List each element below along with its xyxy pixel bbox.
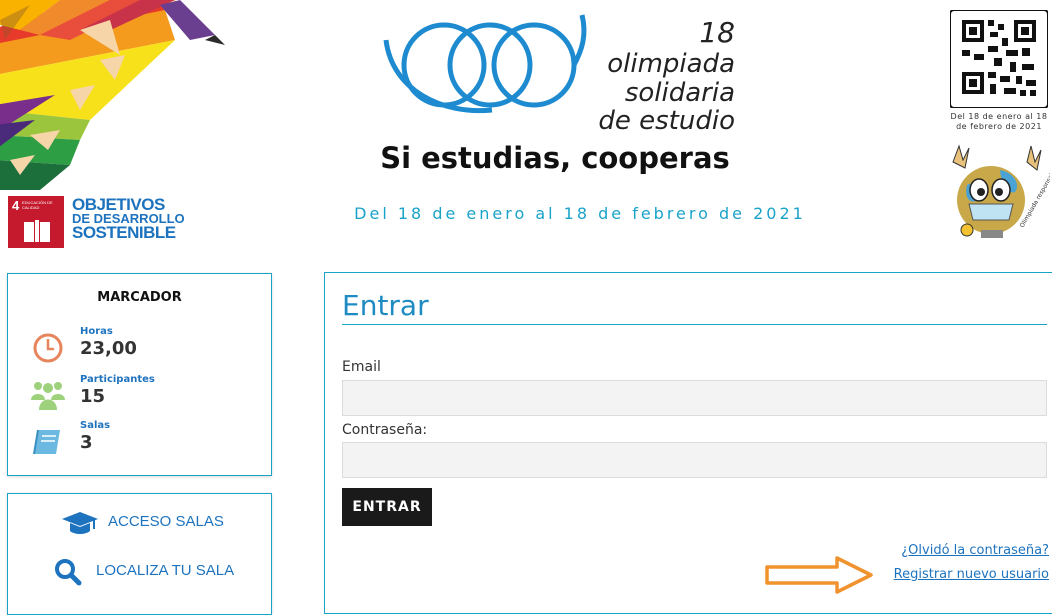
people-icon — [31, 382, 65, 410]
localiza-sala-label: LOCALIZA TU SALA — [96, 562, 235, 579]
graduation-cap-icon — [62, 512, 98, 534]
event-number: 18 — [699, 16, 735, 49]
event-line-3: de estudio — [598, 106, 735, 136]
login-panel: Entrar Email Contraseña: ENTRAR ¿Olvidó … — [324, 272, 1052, 614]
localiza-sala-link[interactable]: LOCALIZA TU SALA — [54, 558, 254, 586]
event-line-2: solidaria — [624, 78, 735, 108]
stat-value-participantes: 15 — [80, 386, 106, 407]
event-logo-text: 18 olimpiada solidaria de estudio — [575, 16, 735, 136]
qr-caption: Del 18 de enero al 18 de febrero de 2021 — [944, 112, 1052, 132]
sdg-line-3: SOSTENIBLE — [72, 223, 176, 242]
arrow-right-icon — [765, 556, 873, 594]
login-title: Entrar — [342, 289, 429, 322]
qr-code-icon — [950, 10, 1048, 108]
marcador-title: MARCADOR — [97, 290, 182, 305]
qr-caption-line-2: de febrero de 2021 — [956, 122, 1042, 131]
stat-value-salas: 3 — [80, 432, 93, 453]
sdg-wordmark: OBJETIVOS DE DESARROLLO SOSTENIBLE — [72, 195, 185, 242]
clock-icon — [33, 333, 63, 363]
sdg-logo: 4 EDUCACIÓN DE CALIDAD OBJETIVOS DE DESA… — [8, 196, 208, 248]
book-icon — [33, 429, 60, 455]
stat-value-horas: 23,00 — [80, 338, 137, 359]
email-field[interactable] — [342, 380, 1047, 416]
mascot-image: Olimpiada responsable — [952, 144, 1050, 238]
book-icon — [24, 220, 50, 242]
sdg-line-1: OBJETIVOS — [72, 195, 165, 214]
password-label: Contraseña: — [342, 422, 428, 438]
title-divider — [342, 324, 1047, 325]
event-line-1: olimpiada — [607, 49, 735, 79]
stat-label-horas: Horas — [80, 326, 113, 337]
qr-caption-line-1: Del 18 de enero al 18 — [950, 112, 1048, 121]
sdg-goal-name: EDUCACIÓN DE CALIDAD — [22, 200, 53, 210]
stat-label-participantes: Participantes — [80, 374, 155, 385]
password-field[interactable] — [342, 442, 1047, 478]
acceso-salas-label: ACCESO SALAS — [108, 513, 224, 530]
colored-pencils-image — [0, 0, 225, 190]
register-link[interactable]: Registrar nuevo usuario — [894, 567, 1049, 582]
acceso-salas-link[interactable]: ACCESO SALAS — [60, 510, 240, 536]
sdg-goal-badge: 4 EDUCACIÓN DE CALIDAD — [8, 196, 64, 248]
page-tagline: Si estudias, cooperas — [380, 141, 730, 175]
olympic-rings-logo — [383, 14, 587, 114]
stat-label-salas: Salas — [80, 420, 111, 431]
email-label: Email — [342, 359, 381, 375]
search-icon — [55, 559, 82, 586]
forgot-password-link[interactable]: ¿Olvidó la contraseña? — [901, 543, 1049, 558]
marcador-panel: MARCADOR Horas 23,00 Participantes 15 Sa… — [7, 273, 272, 476]
sdg-goal-number: 4 — [12, 198, 20, 213]
event-dates: Del 18 de enero al 18 de febrero de 2021 — [354, 204, 806, 223]
submit-button[interactable]: ENTRAR — [342, 488, 432, 526]
access-panel: ACCESO SALAS LOCALIZA TU SALA — [7, 493, 272, 615]
